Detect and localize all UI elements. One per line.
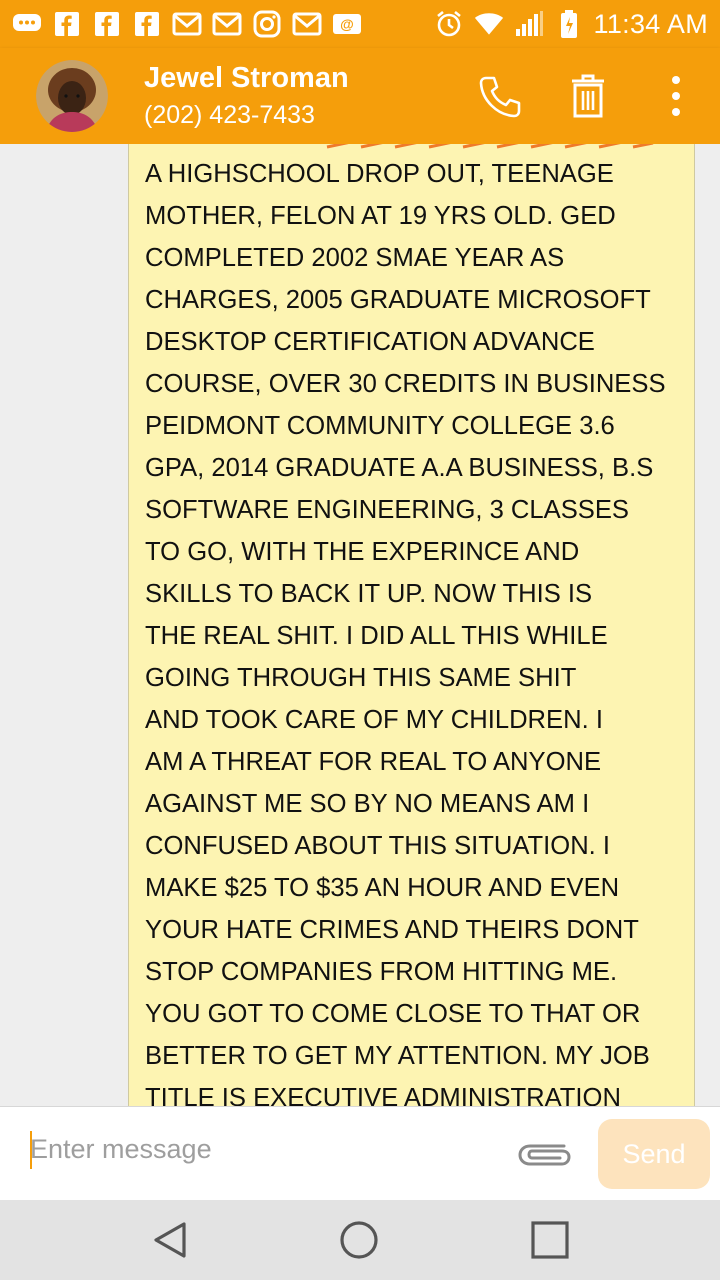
send-button[interactable]: Send <box>598 1119 710 1189</box>
more-options-button[interactable] <box>650 70 702 122</box>
recents-square-icon <box>531 1221 569 1259</box>
home-circle-icon <box>340 1221 378 1259</box>
back-triangle-icon <box>154 1222 186 1258</box>
status-bar: @ 11:34 AM <box>0 0 720 48</box>
phone-icon <box>479 76 521 118</box>
overflow-menu-icon <box>672 76 680 116</box>
battery-icon <box>554 10 584 38</box>
alarm-icon <box>434 10 464 37</box>
call-button[interactable] <box>474 70 526 122</box>
status-time: 11:34 AM <box>593 8 708 39</box>
gmail-icon <box>292 11 322 37</box>
attach-button[interactable] <box>516 1137 574 1171</box>
delete-button[interactable] <box>562 70 614 122</box>
back-button[interactable] <box>148 1218 192 1262</box>
conversation-header: Jewel Stroman (202) 423-7433 <box>0 48 720 144</box>
paperclip-icon <box>518 1144 571 1166</box>
notification-icons: @ <box>12 10 362 38</box>
instagram-icon <box>252 10 282 38</box>
message-bubble[interactable]: A HIGHSCHOOL DROP OUT, TEENAGE MOTHER, F… <box>128 144 695 1106</box>
svg-text:@: @ <box>340 16 354 32</box>
message-text: A HIGHSCHOOL DROP OUT, TEENAGE MOTHER, F… <box>145 160 666 1106</box>
message-list[interactable]: A HIGHSCHOOL DROP OUT, TEENAGE MOTHER, F… <box>0 144 720 1106</box>
trash-icon <box>572 74 604 118</box>
compose-bar: Send <box>0 1106 720 1200</box>
bubble-decoration <box>326 144 654 149</box>
wifi-icon <box>474 11 504 37</box>
contact-avatar[interactable] <box>36 60 108 132</box>
signal-icon <box>514 11 544 37</box>
facebook-icon <box>132 11 162 37</box>
contact-name: Jewel Stroman <box>144 62 349 94</box>
system-nav-bar <box>0 1200 720 1280</box>
contact-info: Jewel Stroman (202) 423-7433 <box>144 62 349 130</box>
facebook-icon <box>92 11 122 37</box>
message-input[interactable] <box>30 1127 500 1171</box>
email-icon: @ <box>332 11 362 37</box>
chat-icon <box>12 11 42 37</box>
home-button[interactable] <box>337 1218 381 1262</box>
text-cursor <box>30 1131 32 1169</box>
facebook-icon <box>52 11 82 37</box>
gmail-icon <box>172 11 202 37</box>
system-icons: 11:34 AM <box>434 9 708 40</box>
gmail-icon <box>212 11 242 37</box>
recents-button[interactable] <box>528 1218 572 1262</box>
contact-phone: (202) 423-7433 <box>144 101 315 129</box>
